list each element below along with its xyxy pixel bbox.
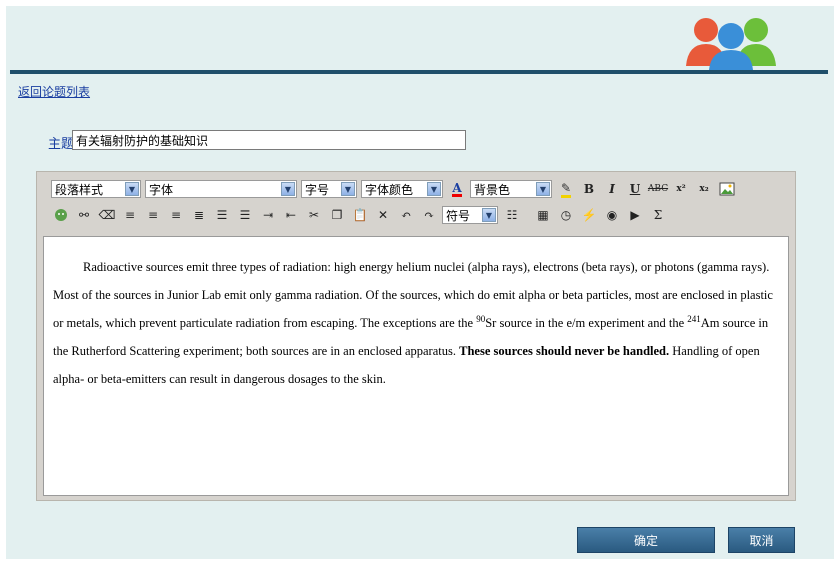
flash-icon[interactable]: ⚡: [579, 205, 599, 225]
align-center-icon[interactable]: ≡: [143, 205, 163, 225]
header-divider: [10, 70, 828, 74]
insert-table-icon[interactable]: ▦: [533, 205, 553, 225]
background-color-label: 背景色: [474, 182, 511, 197]
background-color-select[interactable]: 背景色 ▼: [470, 180, 552, 198]
outdent-icon[interactable]: ⇤: [281, 205, 301, 225]
font-color-label: 字体颜色: [365, 182, 414, 197]
superscript-button[interactable]: x²: [671, 179, 691, 199]
font-size-label: 字号: [305, 182, 330, 197]
align-right-icon[interactable]: ≡: [166, 205, 186, 225]
paragraph-style-label: 段落样式: [55, 182, 104, 197]
sigma-icon[interactable]: Σ: [648, 205, 668, 225]
chevron-down-icon: ▼: [341, 182, 355, 196]
font-label: 字体: [149, 182, 174, 197]
font-select[interactable]: 字体 ▼: [145, 180, 297, 198]
media-icon[interactable]: ◉: [602, 205, 622, 225]
chevron-down-icon: ▼: [281, 182, 295, 196]
clock-icon[interactable]: ◷: [556, 205, 576, 225]
rich-text-editor: 段落样式 ▼ 字体 ▼ 字号 ▼ 字体颜色 ▼ A 背景色 ▼ ✎ B I U …: [36, 171, 796, 501]
insert-image-icon[interactable]: [717, 179, 737, 199]
cut-icon[interactable]: ✂: [304, 205, 324, 225]
chevron-down-icon: ▼: [427, 182, 441, 196]
bold-button[interactable]: B: [579, 179, 599, 199]
font-color-icon[interactable]: A: [447, 179, 467, 199]
chevron-down-icon: ▼: [125, 182, 139, 196]
editor-content[interactable]: Radioactive sources emit three types of …: [43, 236, 789, 496]
undo-icon[interactable]: ↶: [396, 205, 416, 225]
highlight-icon[interactable]: ✎: [556, 179, 576, 199]
cancel-button[interactable]: 取消: [728, 527, 795, 553]
confirm-button[interactable]: 确定: [577, 527, 715, 553]
back-to-topic-list-link[interactable]: 返回论题列表: [18, 83, 90, 100]
users-logo-icon: [686, 18, 776, 70]
play-icon[interactable]: ▶: [625, 205, 645, 225]
horizontal-rule-icon[interactable]: ☷: [502, 205, 522, 225]
underline-button[interactable]: U: [625, 179, 645, 199]
chevron-down-icon: ▼: [536, 182, 550, 196]
unlink-icon[interactable]: ⚯: [74, 205, 94, 225]
subject-label: 主题: [48, 137, 75, 152]
font-color-select[interactable]: 字体颜色 ▼: [361, 180, 443, 198]
symbol-label: 符号: [446, 208, 471, 223]
chevron-down-icon: ▼: [482, 208, 496, 222]
bold-text: These sources should never be handled.: [459, 344, 670, 358]
strikethrough-button[interactable]: ABC: [648, 179, 668, 199]
toolbar-row-1: 段落样式 ▼ 字体 ▼ 字号 ▼ 字体颜色 ▼ A 背景色 ▼ ✎ B I U …: [51, 178, 740, 200]
indent-icon[interactable]: ⇥: [258, 205, 278, 225]
paste-icon[interactable]: 📋: [350, 205, 370, 225]
ordered-list-icon[interactable]: ☰: [212, 205, 232, 225]
eraser-icon[interactable]: ⌫: [97, 205, 117, 225]
text-segment: Sr source in the e/m experiment and the: [485, 316, 688, 330]
font-size-select[interactable]: 字号 ▼: [301, 180, 357, 198]
toolbar-row-2: ⚯ ⌫ ≡ ≡ ≡ ≣ ☰ ☰ ⇥ ⇤ ✂ ❐ 📋 ✕ ↶ ↷ 符号 ▼ ☷ ▦…: [51, 204, 671, 226]
italic-button[interactable]: I: [602, 179, 622, 199]
unordered-list-icon[interactable]: ☰: [235, 205, 255, 225]
emoticon-icon[interactable]: [51, 205, 71, 225]
delete-icon[interactable]: ✕: [373, 205, 393, 225]
align-justify-icon[interactable]: ≣: [189, 205, 209, 225]
copy-icon[interactable]: ❐: [327, 205, 347, 225]
paragraph-style-select[interactable]: 段落样式 ▼: [51, 180, 141, 198]
align-left-icon[interactable]: ≡: [120, 205, 140, 225]
superscript-text: 90: [476, 314, 486, 324]
subscript-button[interactable]: x₂: [694, 179, 714, 199]
subject-input[interactable]: [72, 130, 466, 150]
superscript-text: 241: [687, 314, 701, 324]
symbol-select[interactable]: 符号 ▼: [442, 206, 498, 224]
redo-icon[interactable]: ↷: [419, 205, 439, 225]
content-paragraph: Radioactive sources emit three types of …: [53, 253, 778, 393]
